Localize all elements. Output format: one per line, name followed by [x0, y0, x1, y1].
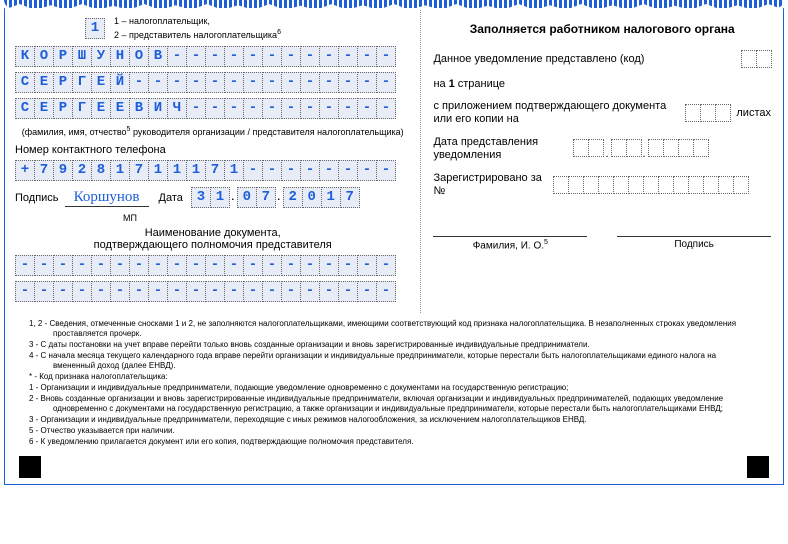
stamp-label: МП [90, 213, 170, 223]
firstname-cells[interactable]: СЕРГЕЙ-------------- [15, 72, 410, 93]
signature-row: Подпись Коршунов Дата 31.07.2017 [15, 187, 410, 208]
phone-cells[interactable]: +79281711171-------- [15, 160, 410, 181]
notice-code-row: Данное уведомление представлено (код) [433, 50, 771, 68]
official-sign-row: Фамилия, И. О.5 Подпись [433, 208, 771, 251]
submit-date-cells[interactable]: .. [573, 139, 707, 160]
doc-cells-2[interactable]: -------------------- [15, 281, 410, 302]
official-sign-line[interactable]: Подпись [617, 236, 771, 251]
notice-code-cells[interactable] [741, 50, 771, 68]
left-column: 1 1 – налогоплательщик, 2 – представител… [5, 8, 420, 313]
official-title: Заполняется работником налогового органа [433, 22, 771, 36]
doc-cells-1[interactable]: -------------------- [15, 255, 410, 276]
surname-cells[interactable]: КОРШУНОВ------------ [15, 46, 410, 67]
taxpayer-type-row: 1 1 – налогоплательщик, 2 – представител… [15, 16, 410, 41]
torn-edge [4, 0, 784, 8]
attachment-row: с приложением подтверждающего документа … [433, 100, 771, 126]
taxpayer-type-cell[interactable]: 1 [85, 18, 104, 39]
marker-left [19, 456, 41, 478]
footnotes: 1, 2 - Сведения, отмеченные сносками 1 и… [4, 313, 784, 452]
reg-number-row: Зарегистрировано за № [433, 172, 771, 198]
tax-form-page: 1 1 – налогоплательщик, 2 – представител… [0, 0, 788, 544]
name-caption: (фамилия, имя, отчество5 руководителя ор… [15, 124, 410, 138]
date-cells[interactable]: 31.07.2017 [191, 187, 359, 208]
form-body: 1 1 – налогоплательщик, 2 – представител… [4, 8, 784, 313]
phone-label: Номер контактного телефона [15, 144, 410, 156]
pages-row: на 1 странице [433, 78, 771, 90]
taxpayer-type-legend: 1 – налогоплательщик, 2 – представитель … [114, 16, 281, 41]
doc-caption: Наименование документа, подтверждающего … [15, 227, 410, 251]
date-label: Дата [159, 192, 183, 204]
reg-number-cells[interactable] [553, 176, 748, 194]
signature-value[interactable]: Коршунов [65, 189, 149, 207]
official-fio-line[interactable]: Фамилия, И. О.5 [433, 236, 587, 251]
signature-label: Подпись [15, 192, 59, 204]
attachment-cells[interactable] [685, 104, 730, 122]
marker-right [747, 456, 769, 478]
marker-row [4, 452, 784, 485]
patronymic-cells[interactable]: СЕРГЕЕВИЧ----------- [15, 98, 410, 119]
submit-date-row: Дата представления уведомления .. [433, 136, 771, 162]
right-column: Заполняется работником налогового органа… [420, 8, 783, 313]
